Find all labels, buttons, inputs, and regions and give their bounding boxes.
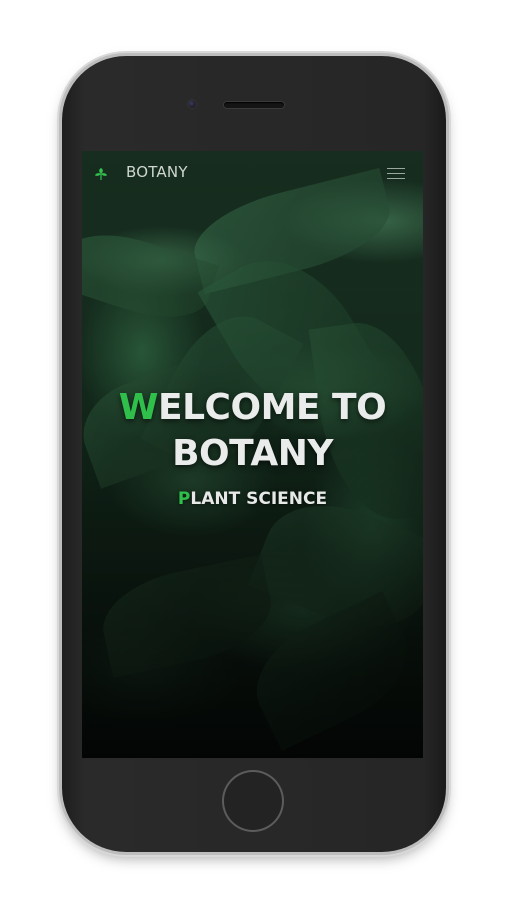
front-camera-icon — [188, 100, 196, 108]
hero-title-line2: BOTANY — [172, 433, 333, 474]
hamburger-menu-icon[interactable] — [387, 165, 405, 181]
brand-name[interactable]: BOTANY — [126, 163, 188, 181]
hero-section: WELCOME TO BOTANY PLANT SCIENCE — [82, 385, 423, 509]
hero-subtitle: PLANT SCIENCE — [82, 489, 423, 509]
hero-title-line1: ELCOME TO — [158, 387, 387, 428]
navbar: BOTANY — [82, 151, 423, 195]
earpiece-speaker — [224, 102, 284, 108]
home-button[interactable] — [224, 772, 282, 830]
hero-subtitle-rest: LANT SCIENCE — [190, 489, 328, 509]
phone-screen: BOTANY WELCOME TO BOTANY PLANT SCIENCE — [82, 151, 423, 758]
hero-title-first-letter: W — [118, 387, 159, 428]
hero-subtitle-first-letter: P — [177, 489, 191, 509]
power-button — [446, 226, 451, 280]
hero-title: WELCOME TO BOTANY — [82, 385, 423, 477]
stage: BOTANY WELCOME TO BOTANY PLANT SCIENCE — [0, 0, 507, 898]
leaf-plant-icon[interactable] — [94, 166, 108, 180]
